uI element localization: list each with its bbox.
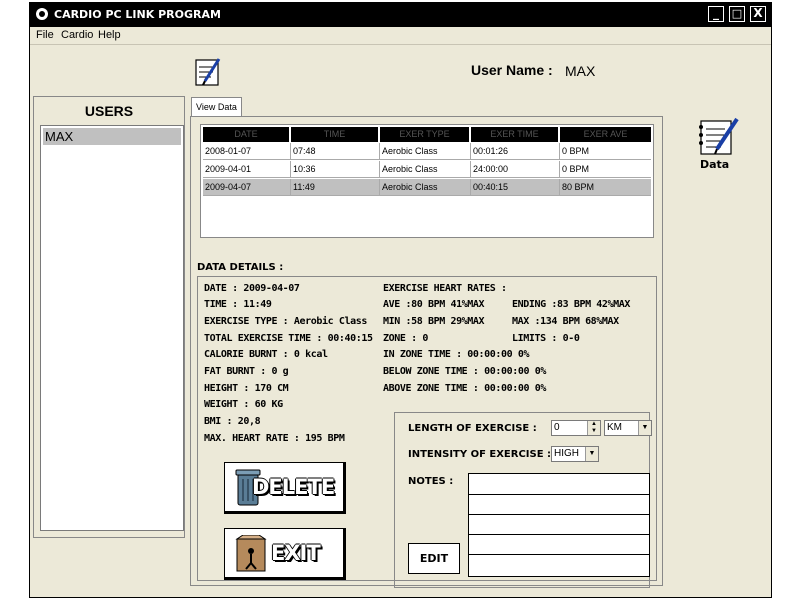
cell-exer-time: 00:01:26 [471,143,560,159]
notes-line [469,494,649,495]
cell-time: 07:48 [291,143,380,159]
detail-calorie: CALORIE BURNT : 0 kcal [204,349,328,360]
detail-in-zone-time: IN ZONE TIME : 00:00:00 0% [383,349,530,360]
exit-button-label: EXIT [271,541,321,565]
detail-time: TIME : 11:49 [204,299,272,310]
tab-view-data[interactable]: View Data [191,97,242,116]
delete-button[interactable]: DELETE [224,462,346,514]
minimize-button[interactable]: _ [708,6,724,22]
menu-bar: File Cardio Help [30,27,771,44]
user-item-max[interactable]: MAX [43,128,181,145]
close-button[interactable]: X [750,6,766,22]
stepper-arrows-icon[interactable]: ▲ ▼ [587,421,600,435]
exercise-form: LENGTH OF EXERCISE : 0 ▲ ▼ KM ▼ INTENSITY… [394,412,652,588]
chevron-down-icon[interactable]: ▼ [585,447,598,461]
detail-above-zone-time: ABOVE ZONE TIME : 00:00:00 0% [383,383,546,394]
chevron-down-icon[interactable]: ▼ [638,421,651,435]
cell-exer-type: Aerobic Class [380,143,471,159]
edit-button[interactable]: EDIT [408,543,460,574]
detail-zone: ZONE : 0 [383,333,428,344]
detail-date: DATE : 2009-04-07 [204,283,300,294]
detail-weight: WEIGHT : 60 KG [204,399,283,410]
notes-line [469,514,649,515]
notes-field[interactable] [468,473,650,577]
cell-exer-type: Aerobic Class [380,179,471,195]
detail-limits: LIMITS : 0-0 [512,333,580,344]
table-row[interactable]: 2008-01-07 07:48 Aerobic Class 00:01:26 … [203,143,651,160]
detail-exercise-type: EXERCISE TYPE : Aerobic Class [204,316,367,327]
detail-height: HEIGHT : 170 CM [204,383,289,394]
notes-line [469,554,649,555]
column-header-date[interactable]: DATE [203,127,291,142]
detail-max-hr: MAX :134 BPM 68%MAX [512,316,619,327]
data-details-box: DATE : 2009-04-07 TIME : 11:49 EXERCISE … [197,276,657,588]
notes-label: NOTES : [408,476,454,487]
window-title: CARDIO PC LINK PROGRAM [54,8,221,21]
header: User Name : MAX [30,44,771,97]
exit-button[interactable]: EXIT [224,528,346,580]
grid-header: DATE TIME EXER TYPE EXER TIME EXER AVE [203,127,651,142]
intensity-label: INTENSITY OF EXERCISE : [408,449,552,460]
column-header-exer-ave[interactable]: EXER AVE [560,127,651,142]
menu-cardio[interactable]: Cardio [61,29,93,41]
menu-file[interactable]: File [36,29,54,41]
data-details-title: DATA DETAILS : [197,262,284,273]
users-title: USERS [84,103,134,119]
detail-fat: FAT BURNT : 0 g [204,366,289,377]
app-icon [36,8,48,20]
intensity-select[interactable]: HIGH ▼ [551,446,599,462]
table-row-selected[interactable]: 2009-04-07 11:49 Aerobic Class 00:40:15 … [203,179,651,196]
data-label: Data [700,158,730,171]
tab-body: DATE TIME EXER TYPE EXER TIME EXER AVE 2… [190,116,663,588]
cell-exer-time: 24:00:00 [471,161,560,177]
detail-min-hr: MIN :58 BPM 29%MAX [383,316,485,327]
delete-button-label: DELETE [252,475,335,499]
menu-help[interactable]: Help [98,29,121,41]
title-bar[interactable]: CARDIO PC LINK PROGRAM _ □ X [30,3,771,27]
notepad-pen-icon[interactable] [193,57,225,87]
users-panel: USERS MAX [33,96,185,538]
column-header-time[interactable]: TIME [291,127,380,142]
username-value: MAX [565,63,596,79]
unit-select[interactable]: KM ▼ [604,420,652,436]
detail-ave-hr: AVE :80 BPM 41%MAX [383,299,485,310]
column-header-exer-time[interactable]: EXER TIME [471,127,560,142]
cell-date: 2008-01-07 [203,143,291,159]
data-notebook-icon[interactable] [697,117,741,157]
users-list[interactable]: MAX [40,125,184,531]
detail-ending-hr: ENDING :83 BPM 42%MAX [512,299,631,310]
right-panel: Data [667,96,771,591]
unit-value: KM [607,422,622,433]
main-panel: View Data DATE TIME EXER TYPE EXER TIME … [187,96,665,591]
cell-exer-ave: 0 BPM [562,164,590,174]
notes-line [469,534,649,535]
cell-time: 10:36 [291,161,380,177]
cell-time: 11:49 [291,179,380,195]
detail-below-zone-time: BELOW ZONE TIME : 00:00:00 0% [383,366,546,377]
detail-bmi: BMI : 20,8 [204,416,261,427]
length-stepper[interactable]: 0 ▲ ▼ [551,420,601,436]
cell-date: 2009-04-07 [203,179,291,195]
detail-total-time: TOTAL EXERCISE TIME : 00:40:15 [204,333,373,344]
length-label: LENGTH OF EXERCISE : [408,423,537,434]
length-value: 0 [554,422,560,433]
intensity-value: HIGH [554,448,579,459]
username-label: User Name : [471,62,553,78]
data-grid[interactable]: DATE TIME EXER TYPE EXER TIME EXER AVE 2… [200,124,654,238]
cell-exer-ave: 0 BPM [562,146,590,156]
heart-rates-title: EXERCISE HEART RATES : [383,283,507,294]
column-header-exer-type[interactable]: EXER TYPE [380,127,471,142]
maximize-button[interactable]: □ [729,6,745,22]
cell-exer-ave: 80 BPM [562,182,595,192]
detail-max-heart-rate: MAX. HEART RATE : 195 BPM [204,433,345,444]
cell-exer-type: Aerobic Class [380,161,471,177]
app-window: CARDIO PC LINK PROGRAM _ □ X File Cardio… [29,2,772,598]
table-row[interactable]: 2009-04-01 10:36 Aerobic Class 24:00:00 … [203,161,651,178]
cell-date: 2009-04-01 [203,161,291,177]
cell-exer-time: 00:40:15 [471,179,560,195]
exit-door-icon [235,535,267,572]
